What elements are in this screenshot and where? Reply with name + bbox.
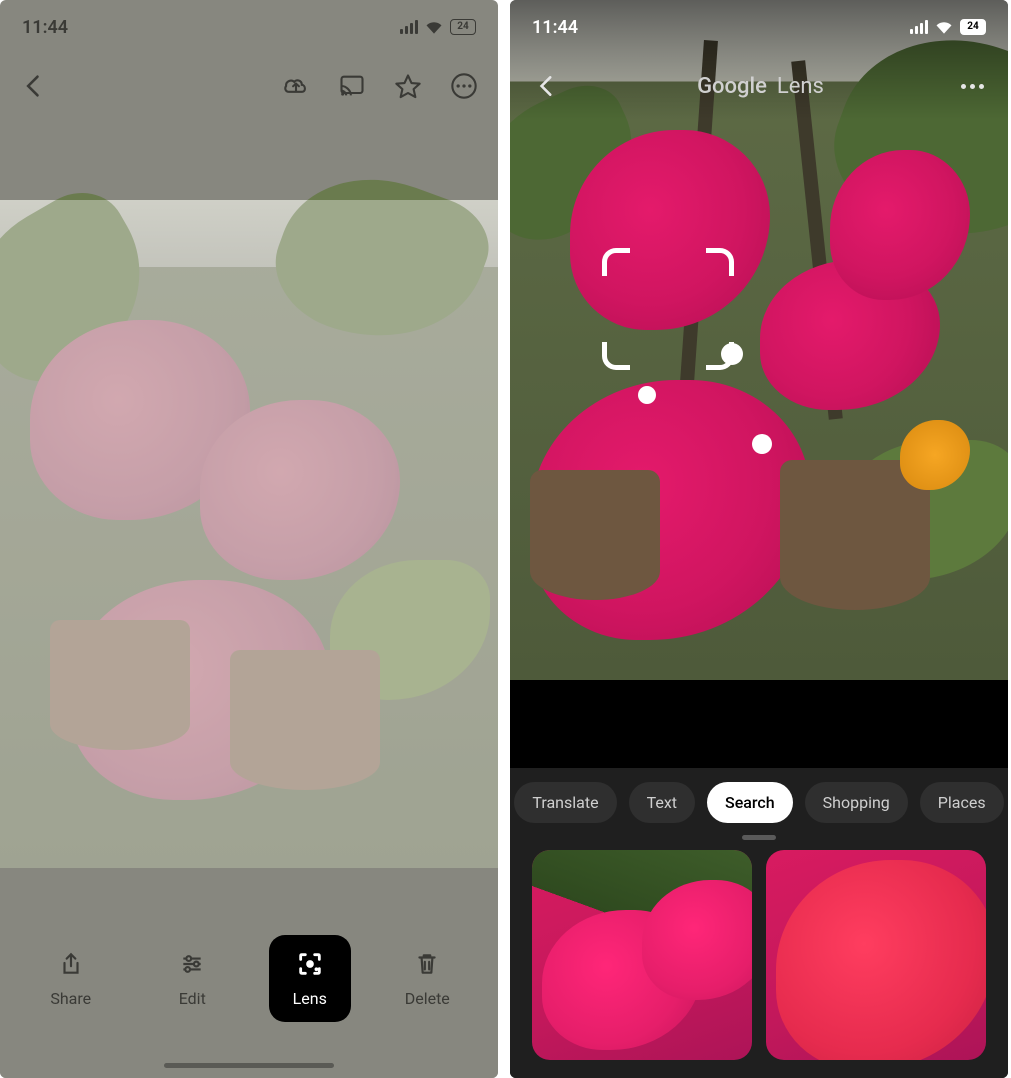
status-time: 11:44	[532, 17, 578, 38]
lens-focus-dot[interactable]	[721, 343, 743, 365]
back-button[interactable]	[20, 72, 48, 100]
battery-indicator: 24	[450, 19, 476, 35]
google-lens-icon	[295, 949, 325, 979]
edit-label: Edit	[179, 989, 206, 1008]
cellular-signal-icon	[400, 20, 418, 34]
chip-search[interactable]: Search	[707, 782, 793, 823]
edit-button[interactable]: Edit	[147, 949, 237, 1008]
chip-places[interactable]: Places	[920, 782, 1004, 823]
lens-focus-dot[interactable]	[752, 434, 772, 454]
wifi-icon	[934, 20, 954, 34]
more-options-icon[interactable]	[961, 84, 984, 89]
lens-title: Google Lens	[697, 74, 824, 99]
cloud-upload-icon[interactable]	[282, 72, 310, 100]
battery-indicator: 24	[960, 19, 986, 35]
chip-shopping[interactable]: Shopping	[805, 782, 908, 823]
trash-icon	[412, 949, 442, 979]
result-card[interactable]	[532, 850, 752, 1060]
cellular-signal-icon	[910, 20, 928, 34]
lens-header: Google Lens	[510, 58, 1008, 114]
status-bar: 11:44 24	[510, 0, 1008, 54]
status-time: 11:44	[22, 17, 68, 38]
lens-focus-dot[interactable]	[638, 386, 656, 404]
back-button[interactable]	[534, 73, 560, 99]
cast-icon[interactable]	[338, 72, 366, 100]
header-actions	[282, 72, 478, 100]
photo-main-image[interactable]	[0, 200, 498, 868]
status-bar: 11:44 24	[0, 0, 498, 54]
phone-photos-app: 11:44 24	[0, 0, 498, 1078]
edit-sliders-icon	[177, 949, 207, 979]
more-options-icon[interactable]	[450, 72, 478, 100]
share-icon	[56, 949, 86, 979]
photo-viewer-header	[0, 58, 498, 114]
share-button[interactable]: Share	[26, 949, 116, 1008]
delete-button[interactable]: Delete	[382, 949, 472, 1008]
sheet-drag-handle[interactable]	[742, 835, 776, 840]
home-indicator[interactable]	[164, 1063, 334, 1068]
status-icons: 24	[400, 19, 476, 35]
wifi-icon	[424, 20, 444, 34]
delete-label: Delete	[405, 989, 450, 1008]
photo-bottom-toolbar: Share Edit Lens Delete	[0, 918, 498, 1078]
status-icons: 24	[910, 19, 986, 35]
lens-label: Lens	[293, 989, 327, 1008]
phone-google-lens: 11:44 24 Google Lens Translate Text Sear…	[510, 0, 1008, 1078]
lens-results-sheet[interactable]: Translate Text Search Shopping Places	[510, 768, 1008, 1078]
chip-translate[interactable]: Translate	[514, 782, 616, 823]
lens-results-row	[520, 850, 998, 1060]
star-icon[interactable]	[394, 72, 422, 100]
result-card[interactable]	[766, 850, 986, 1060]
share-label: Share	[50, 989, 91, 1008]
lens-crop-box[interactable]	[602, 248, 734, 370]
lens-mode-chips: Translate Text Search Shopping Places	[520, 782, 998, 823]
chip-text[interactable]: Text	[629, 782, 695, 823]
lens-button[interactable]: Lens	[269, 935, 351, 1022]
